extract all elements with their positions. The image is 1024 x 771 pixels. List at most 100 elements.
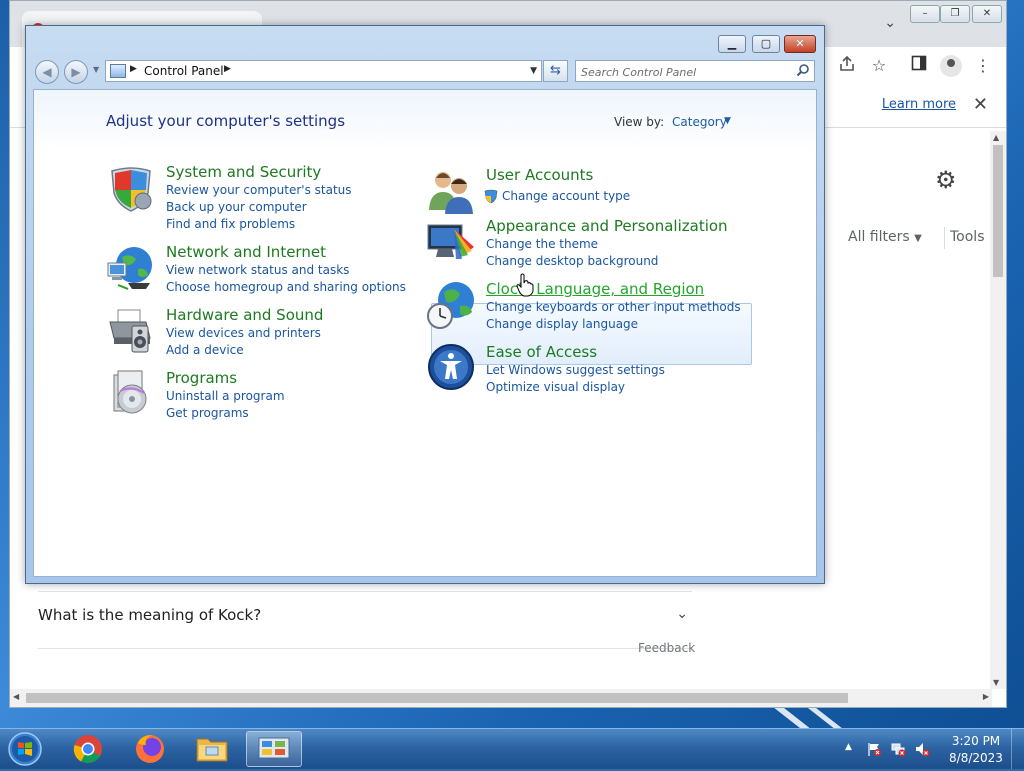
infobar-close-icon[interactable]: ✕: [973, 94, 988, 115]
chrome-menu-kebab-icon[interactable]: ⋮: [972, 55, 994, 77]
link-uninstall-program[interactable]: Uninstall a program: [166, 389, 285, 403]
firefox-icon: [136, 735, 164, 763]
search-box[interactable]: [575, 60, 815, 82]
link-change-theme[interactable]: Change the theme: [486, 237, 598, 251]
chrome-minimize-button[interactable]: –: [910, 5, 940, 23]
horizontal-scroll-thumb[interactable]: [26, 693, 848, 703]
filters-divider: [944, 227, 945, 249]
action-center-flag-icon[interactable]: [866, 741, 882, 757]
forward-button[interactable]: ▶: [64, 60, 88, 84]
address-dropdown-icon[interactable]: ▼: [530, 66, 537, 76]
printer-icon: [109, 309, 151, 353]
view-by-caret-icon[interactable]: ▼: [724, 116, 731, 126]
faq-question: What is the meaning of Kock?: [38, 606, 262, 624]
users-icon: [429, 172, 473, 214]
category-title[interactable]: User Accounts: [486, 166, 593, 184]
link-optimize-visual-display[interactable]: Optimize visual display: [486, 380, 625, 394]
view-by-dropdown[interactable]: Category: [672, 115, 727, 129]
clock-time[interactable]: 3:20 PM: [946, 734, 1006, 748]
scroll-left-arrow-icon[interactable]: ◀: [13, 692, 19, 701]
category-hardware-and-sound: Hardware and Sound View devices and prin…: [106, 306, 396, 357]
faq-accordion-row[interactable]: What is the meaning of Kock? ⌄: [38, 591, 692, 649]
taskbar-firefox-button[interactable]: [122, 731, 178, 767]
category-system-and-security: System and Security Review your computer…: [106, 163, 396, 231]
file-explorer-icon: [196, 738, 228, 762]
control-panel-icon: [258, 737, 290, 761]
minimize-button[interactable]: ▁: [718, 35, 746, 53]
category-title[interactable]: Hardware and Sound: [166, 306, 323, 324]
bookmark-star-icon[interactable]: ☆: [868, 55, 890, 77]
category-title[interactable]: Ease of Access: [486, 343, 597, 361]
scroll-down-arrow-icon[interactable]: ▼: [993, 678, 999, 687]
vertical-scroll-thumb[interactable]: [993, 145, 1003, 277]
profile-avatar-icon[interactable]: [940, 55, 962, 77]
category-network-and-internet: Network and Internet View network status…: [106, 243, 406, 294]
link-get-programs[interactable]: Get programs: [166, 406, 249, 420]
link-change-display-language[interactable]: Change display language: [486, 317, 638, 331]
hand-cursor-icon: [516, 273, 534, 297]
view-by-label: View by:: [614, 115, 665, 129]
control-panel-window: ▁ ▢ ✕ ◀ ▶ ▼ ▶ Control Panel ▶ ▼ ⇆ Adjust…: [25, 25, 825, 584]
clock-globe-icon: [427, 282, 474, 329]
volume-muted-icon[interactable]: [914, 741, 930, 757]
close-button[interactable]: ✕: [784, 35, 816, 53]
start-button[interactable]: [4, 731, 46, 767]
maximize-button[interactable]: ▢: [752, 35, 780, 53]
breadcrumb-arrow-icon[interactable]: ▶: [130, 64, 137, 74]
tools-button[interactable]: Tools: [950, 229, 985, 245]
network-icon[interactable]: [890, 741, 906, 757]
chrome-restore-button[interactable]: ❐: [940, 5, 970, 23]
category-title[interactable]: Network and Internet: [166, 243, 326, 261]
breadcrumb-control-panel[interactable]: Control Panel: [144, 64, 224, 78]
link-homegroup-sharing[interactable]: Choose homegroup and sharing options: [166, 280, 406, 294]
link-review-status[interactable]: Review your computer's status: [166, 183, 352, 197]
ease-of-access-icon: [428, 344, 474, 390]
monitor-icon: [427, 224, 474, 259]
chrome-close-button[interactable]: ✕: [972, 5, 1002, 23]
link-change-account-type[interactable]: Change account type: [502, 189, 630, 203]
category-clock-language-and-region[interactable]: Clock, Language, and Region Change keybo…: [426, 280, 746, 331]
clock-date[interactable]: 8/8/2023: [946, 751, 1006, 765]
control-panel-content: Adjust your computer's settings View by:…: [33, 89, 817, 577]
globe-network-icon: [107, 247, 152, 290]
link-change-keyboards[interactable]: Change keyboards or other input methods: [486, 300, 741, 314]
all-filters-button[interactable]: All filters ▼: [848, 229, 922, 245]
settings-gear-icon[interactable]: ⚙: [935, 166, 957, 194]
horizontal-scrollbar[interactable]: ◀ ▶: [10, 689, 992, 707]
link-find-fix-problems[interactable]: Find and fix problems: [166, 217, 295, 231]
category-title[interactable]: System and Security: [166, 163, 321, 181]
recent-pages-dropdown-icon[interactable]: ▼: [93, 65, 99, 74]
caret-down-icon: ▼: [914, 233, 922, 244]
scroll-right-arrow-icon[interactable]: ▶: [983, 692, 989, 701]
link-network-status[interactable]: View network status and tasks: [166, 263, 349, 277]
link-windows-suggest-settings[interactable]: Let Windows suggest settings: [486, 363, 665, 377]
category-title[interactable]: Programs: [166, 369, 237, 387]
learn-more-link[interactable]: Learn more: [882, 97, 956, 112]
show-hidden-icons-arrow-icon[interactable]: ▲: [845, 742, 852, 752]
taskbar-file-explorer-button[interactable]: [184, 731, 240, 767]
search-input[interactable]: [579, 62, 793, 82]
category-title[interactable]: Appearance and Personalization: [486, 217, 728, 235]
link-devices-printers[interactable]: View devices and printers: [166, 326, 321, 340]
address-bar[interactable]: ▶ Control Panel ▶ ▼: [105, 60, 542, 82]
scroll-up-arrow-icon[interactable]: ▲: [993, 133, 999, 142]
link-change-desktop-background[interactable]: Change desktop background: [486, 254, 658, 268]
feedback-link[interactable]: Feedback: [638, 641, 695, 655]
control-panel-titlebar[interactable]: ▁ ▢ ✕: [26, 26, 824, 60]
breadcrumb-arrow-icon[interactable]: ▶: [224, 64, 231, 74]
all-filters-label: All filters: [848, 229, 910, 245]
category-programs: Programs Uninstall a program Get program…: [106, 369, 396, 420]
share-icon[interactable]: [836, 55, 858, 77]
side-panel-icon[interactable]: [908, 55, 930, 77]
tab-search-chevron-icon[interactable]: ⌄: [884, 15, 896, 31]
refresh-icon[interactable]: ⇆: [543, 60, 568, 82]
link-back-up[interactable]: Back up your computer: [166, 200, 307, 214]
link-add-device[interactable]: Add a device: [166, 343, 244, 357]
chevron-down-icon: ⌄: [676, 606, 688, 622]
search-icon[interactable]: [796, 63, 810, 77]
taskbar-chrome-button[interactable]: [60, 731, 116, 767]
taskbar-control-panel-button[interactable]: [246, 731, 302, 767]
back-button[interactable]: ◀: [35, 60, 59, 84]
vertical-scrollbar[interactable]: ▲ ▼: [990, 131, 1006, 689]
show-desktop-button[interactable]: [1011, 729, 1024, 769]
